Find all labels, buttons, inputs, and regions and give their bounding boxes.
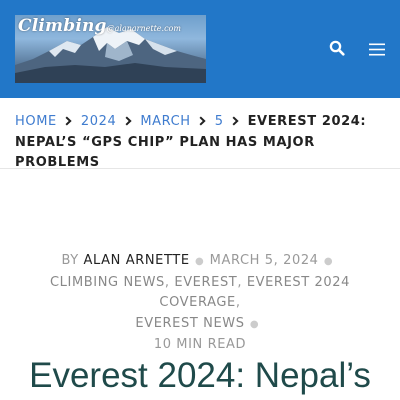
site-logo[interactable]: Climbing@alanarnette.com	[15, 15, 206, 83]
logo-subtitle: @alanarnette.com	[106, 24, 181, 33]
chevron-right-icon	[191, 112, 215, 133]
logo-title: Climbing@alanarnette.com	[18, 16, 181, 36]
menu-button[interactable]	[366, 39, 388, 59]
bullet-separator: ●	[323, 256, 334, 267]
by-label: BY	[61, 253, 79, 268]
chevron-right-icon	[116, 112, 140, 133]
breadcrumb-month[interactable]: MARCH	[140, 114, 190, 129]
read-time: 10 MIN READ	[153, 337, 247, 352]
breadcrumb-year[interactable]: 2024	[81, 114, 116, 129]
category-link[interactable]: CLIMBING NEWS	[50, 275, 165, 290]
breadcrumb-day[interactable]: 5	[215, 114, 224, 129]
breadcrumb: HOME 2024 MARCH 5 EVEREST 2024: NEPAL’S “GPS…	[15, 112, 387, 174]
author-link[interactable]: ALAN ARNETTE	[84, 253, 190, 268]
hamburger-menu-icon	[369, 43, 385, 55]
post-meta: BY ALAN ARNETTE ● MARCH 5, 2024 ● CLIMBING …	[50, 253, 350, 352]
bullet-separator: ●	[249, 318, 260, 330]
bullet-separator: ●	[194, 256, 205, 267]
post-date: MARCH 5, 2024	[209, 253, 319, 268]
site-header: Climbing@alanarnette.com	[0, 0, 400, 98]
post-title: Everest 2024: Nepal’s	[29, 356, 371, 395]
divider	[0, 168, 400, 169]
chevron-right-icon	[224, 112, 248, 133]
search-icon	[329, 40, 345, 56]
breadcrumb-home[interactable]: HOME	[15, 114, 57, 129]
chevron-right-icon	[57, 112, 81, 133]
search-button[interactable]	[327, 38, 347, 58]
category-link[interactable]: EVEREST	[174, 275, 237, 290]
category-link[interactable]: EVEREST NEWS	[135, 316, 244, 331]
